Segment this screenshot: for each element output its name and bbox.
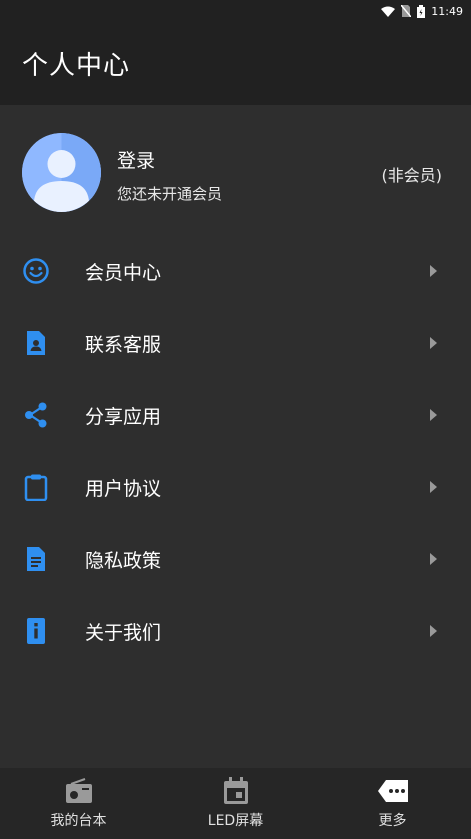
menu-label: 关于我们 (85, 621, 162, 644)
calendar-icon (220, 775, 252, 807)
menu-label: 隐私政策 (85, 549, 162, 572)
login-link[interactable]: 登录 (117, 146, 155, 173)
membership-subtitle: 您还未开通会员 (117, 185, 223, 203)
tab-more[interactable]: 更多 (314, 768, 471, 839)
menu-label: 会员中心 (85, 261, 162, 284)
tab-label: LED屏幕 (207, 813, 264, 829)
radio-icon (63, 775, 95, 807)
menu-label: 分享应用 (85, 405, 162, 428)
tab-label: 更多 (378, 813, 407, 829)
menu-label: 联系客服 (85, 333, 162, 356)
share-icon (22, 401, 50, 429)
menu-item-contact-support[interactable]: 联系客服 (0, 307, 471, 379)
profile-section[interactable]: 登录 您还未开通会员 (非会员) (0, 105, 471, 235)
chevron-right-icon (430, 409, 437, 421)
page-title: 个人中心 (22, 51, 131, 81)
menu-item-privacy-policy[interactable]: 隐私政策 (0, 523, 471, 595)
battery-icon (417, 4, 426, 18)
bottom-navigation: 我的台本 LED屏幕 更多 (0, 768, 471, 839)
menu-item-about-us[interactable]: 关于我们 (0, 595, 471, 667)
member-status-label: (非会员) (381, 166, 443, 185)
status-bar: 11:49 (0, 0, 471, 22)
tab-my-scripts[interactable]: 我的台本 (0, 768, 157, 839)
menu-label: 用户协议 (85, 477, 162, 500)
chevron-right-icon (430, 337, 437, 349)
app-header: 个人中心 (0, 22, 471, 105)
chevron-right-icon (430, 265, 437, 277)
menu-item-share-app[interactable]: 分享应用 (0, 379, 471, 451)
no-sim-icon (401, 5, 412, 17)
tab-label: 我的台本 (50, 813, 107, 829)
menu-item-member-center[interactable]: 会员中心 (0, 235, 471, 307)
settings-menu: 会员中心 联系客服 分享应用 用户协议 隐私政策 关于我们 (0, 235, 471, 667)
status-time: 11:49 (431, 4, 463, 18)
avatar[interactable] (22, 133, 101, 212)
clipboard-icon (22, 473, 50, 501)
info-icon (22, 617, 50, 645)
menu-item-user-agreement[interactable]: 用户协议 (0, 451, 471, 523)
tab-led-screen[interactable]: LED屏幕 (157, 768, 314, 839)
smiley-icon (22, 257, 50, 285)
document-icon (22, 545, 50, 573)
chevron-right-icon (430, 481, 437, 493)
chevron-right-icon (430, 625, 437, 637)
chevron-right-icon (430, 553, 437, 565)
contact-card-icon (22, 329, 50, 357)
more-icon (377, 775, 409, 807)
wifi-icon (381, 6, 396, 17)
